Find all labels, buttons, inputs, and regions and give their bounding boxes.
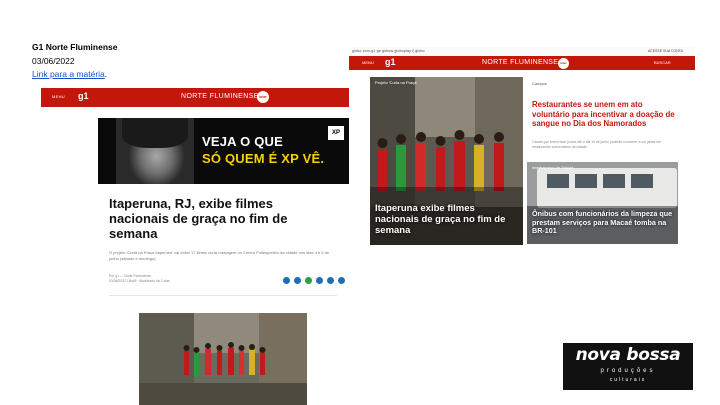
article-link[interactable]: Link para a matéria: [32, 69, 105, 79]
g1-navbar: MENU g1 NORTE FLUMINENSE inter BUSCAR: [349, 56, 695, 70]
region-title: NORTE FLUMINENSE: [482, 59, 559, 66]
link-line: Link para a matéria.: [32, 68, 118, 82]
timestamp: 03/06/2022 18h48 · Atualizado há 2 dias: [109, 279, 170, 283]
xp-ad-banner[interactable]: VEJA O QUE SÓ QUEM É XP VÊ. XP: [98, 118, 350, 184]
twitter-icon[interactable]: [294, 277, 301, 284]
logo-line-1: nova bossa: [575, 345, 681, 365]
story-kicker: Interbairrego de Macaé: [532, 165, 574, 170]
ad-line-2: SÓ QUEM É XP VÊ.: [202, 151, 325, 166]
logo-line-2: produções: [600, 368, 656, 374]
story-headline[interactable]: Ônibus com funcionários da limpeza que p…: [532, 209, 677, 236]
main-story-kicker: Projeto 'Curta na Praça': [375, 80, 418, 85]
logo-line-3: culturais: [609, 377, 647, 383]
globo-top-bar: globo.com g1 ge gshow globoplay ξ globo …: [349, 47, 695, 56]
account-link[interactable]: ACESSE SUA CONTA: [648, 49, 683, 53]
article-title: Itaperuna, RJ, exibe filmes nacionais de…: [109, 196, 288, 241]
main-story-headline[interactable]: Itaperuna exibe filmes nacionais de graç…: [375, 203, 520, 236]
ad-line-1: VEJA O QUE: [202, 134, 283, 149]
story-summary: Casais que forem doar juntos até o dia 1…: [532, 140, 662, 149]
search-button[interactable]: BUSCAR: [654, 60, 671, 65]
story-card-bus[interactable]: Interbairrego de Macaé Ônibus com funcio…: [527, 162, 678, 244]
whatsapp-icon[interactable]: [305, 277, 312, 284]
article-byline: Por g1 — Norte Fluminense 03/06/2022 18h…: [109, 274, 170, 284]
source-name: G1 Norte Fluminense: [32, 42, 118, 52]
g1-navbar: MENU g1 NORTE FLUMINENSE inter: [41, 88, 351, 107]
homepage-screenshot: globo.com g1 ge gshow globoplay ξ globo …: [349, 47, 695, 259]
story-kicker: Campos: [532, 81, 547, 86]
pinterest-icon[interactable]: [316, 277, 323, 284]
article-page-screenshot: MENU g1 NORTE FLUMINENSE inter VEJA O QU…: [41, 88, 351, 405]
menu-button[interactable]: MENU: [52, 94, 65, 99]
facebook-icon[interactable]: [283, 277, 290, 284]
article-subtitle: O projeto 'Curta na Praça Itaperuna' vai…: [109, 250, 330, 261]
linkedin-icon[interactable]: [338, 277, 345, 284]
ad-portrait-hair: [122, 118, 188, 148]
globo-links[interactable]: globo.com g1 ge gshow globoplay ξ globo: [352, 49, 425, 53]
share-bar: [283, 277, 345, 284]
main-story-card[interactable]: Projeto 'Curta na Praça' Itaperuna exibe…: [370, 77, 523, 245]
nova-bossa-logo: nova bossa produções culturais: [563, 343, 693, 390]
xp-logo: XP: [328, 126, 344, 140]
link-suffix: .: [104, 69, 108, 79]
g1-logo[interactable]: g1: [385, 57, 396, 67]
story-card-restaurants[interactable]: Campos Restaurantes se unem em ato volun…: [527, 77, 678, 157]
telegram-icon[interactable]: [327, 277, 334, 284]
inter-tv-badge: inter: [257, 91, 269, 103]
menu-button[interactable]: MENU: [362, 60, 374, 65]
g1-logo[interactable]: g1: [78, 91, 89, 101]
article-photo: [139, 313, 307, 405]
inter-tv-badge: inter: [558, 57, 569, 69]
region-title: NORTE FLUMINENSE: [181, 93, 259, 100]
clipping-date: 03/06/2022: [32, 55, 75, 66]
divider: [109, 295, 337, 296]
story-headline[interactable]: Restaurantes se unem em ato voluntário p…: [532, 100, 676, 129]
clipping-header: G1 Norte Fluminense 03/06/2022 Link para…: [32, 41, 118, 82]
